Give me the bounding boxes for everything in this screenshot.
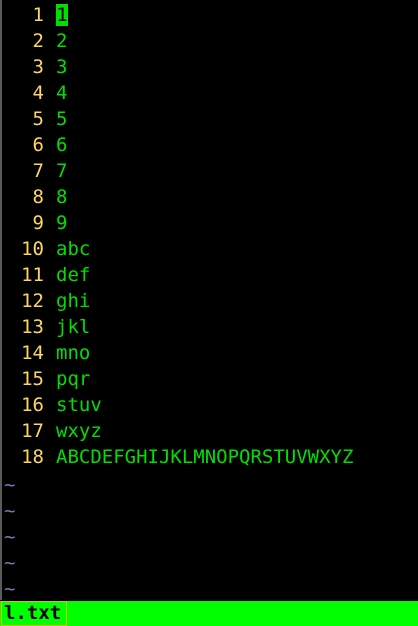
- line-number: 2: [32, 30, 44, 52]
- editor-line[interactable]: 15 pqr: [4, 366, 416, 392]
- line-text[interactable]: wxyz: [56, 418, 102, 444]
- line-number: 15: [21, 368, 44, 390]
- line-number: 9: [32, 212, 44, 234]
- editor-line[interactable]: 22: [4, 28, 416, 54]
- editor-line[interactable]: 10 abc: [4, 236, 416, 262]
- editor-line[interactable]: 13 jkl: [4, 314, 416, 340]
- line-text[interactable]: 5: [56, 106, 67, 132]
- window-left-border: [0, 0, 2, 600]
- empty-line-tilde: ~: [4, 474, 16, 496]
- terminal-window: 1 1 2 2 3 3 4 4 5 5 6 6 7 7 8 8 9 9 10 abc 11 def 12 ghi 13 jkl 14…: [0, 0, 418, 626]
- text-cursor: 1: [56, 4, 68, 26]
- line-number: 17: [21, 420, 44, 442]
- line-number: 14: [21, 342, 44, 364]
- editor-line[interactable]: 12 ghi: [4, 288, 416, 314]
- line-text[interactable]: 2: [56, 28, 67, 54]
- line-number: 5: [32, 108, 44, 130]
- line-text[interactable]: 6: [56, 132, 67, 158]
- empty-line-tilde: ~: [4, 578, 16, 600]
- line-text[interactable]: 1: [56, 2, 68, 28]
- empty-line-tilde: ~: [4, 552, 16, 574]
- line-number: 16: [21, 394, 44, 416]
- line-text[interactable]: 9: [56, 210, 67, 236]
- line-text[interactable]: 7: [56, 158, 67, 184]
- line-text[interactable]: jkl: [56, 314, 90, 340]
- editor-line[interactable]: 11 def: [4, 262, 416, 288]
- line-text[interactable]: 3: [56, 54, 67, 80]
- editor-line[interactable]: 77: [4, 158, 416, 184]
- line-number: 3: [32, 56, 44, 78]
- line-text[interactable]: ghi: [56, 288, 90, 314]
- line-number: 12: [21, 290, 44, 312]
- line-text[interactable]: ABCDEFGHIJKLMNOPQRSTUVWXYZ: [56, 444, 353, 470]
- line-text[interactable]: 4: [56, 80, 67, 106]
- status-filename: l.txt: [1, 601, 68, 626]
- editor-line[interactable]: 33: [4, 54, 416, 80]
- editor-line[interactable]: 44: [4, 80, 416, 106]
- line-text[interactable]: def: [56, 262, 90, 288]
- editor-line[interactable]: 88: [4, 184, 416, 210]
- editor-line[interactable]: 14 mno: [4, 340, 416, 366]
- editor-line[interactable]: 17 wxyz: [4, 418, 416, 444]
- line-text[interactable]: abc: [56, 236, 90, 262]
- editor-line[interactable]: 18 ABCDEFGHIJKLMNOPQRSTUVWXYZ: [4, 444, 416, 470]
- empty-line-markers: ~ ~ ~ ~ ~: [4, 472, 204, 602]
- empty-line-tilde: ~: [4, 500, 16, 522]
- line-number: 6: [32, 134, 44, 156]
- line-text[interactable]: pqr: [56, 366, 90, 392]
- editor-line[interactable]: 11: [4, 2, 416, 28]
- line-number: 8: [32, 186, 44, 208]
- line-number: 1: [32, 4, 44, 26]
- line-number: 13: [21, 316, 44, 338]
- status-bar: l.txt: [0, 601, 418, 626]
- editor-line[interactable]: 66: [4, 132, 416, 158]
- line-number: 10: [21, 238, 44, 260]
- line-number: 11: [21, 264, 44, 286]
- editor-line[interactable]: 55: [4, 106, 416, 132]
- editor-buffer[interactable]: 1 1 2 2 3 3 4 4 5 5 6 6 7 7 8 8 9 9 10 abc 11 def 12 ghi 13 jkl 14…: [4, 2, 416, 470]
- line-number: 4: [32, 82, 44, 104]
- line-number: 7: [32, 160, 44, 182]
- empty-line-tilde: ~: [4, 526, 16, 548]
- line-text[interactable]: mno: [56, 340, 90, 366]
- editor-line[interactable]: 16 stuv: [4, 392, 416, 418]
- line-text[interactable]: stuv: [56, 392, 102, 418]
- editor-line[interactable]: 99: [4, 210, 416, 236]
- line-number: 18: [21, 446, 44, 468]
- line-text[interactable]: 8: [56, 184, 67, 210]
